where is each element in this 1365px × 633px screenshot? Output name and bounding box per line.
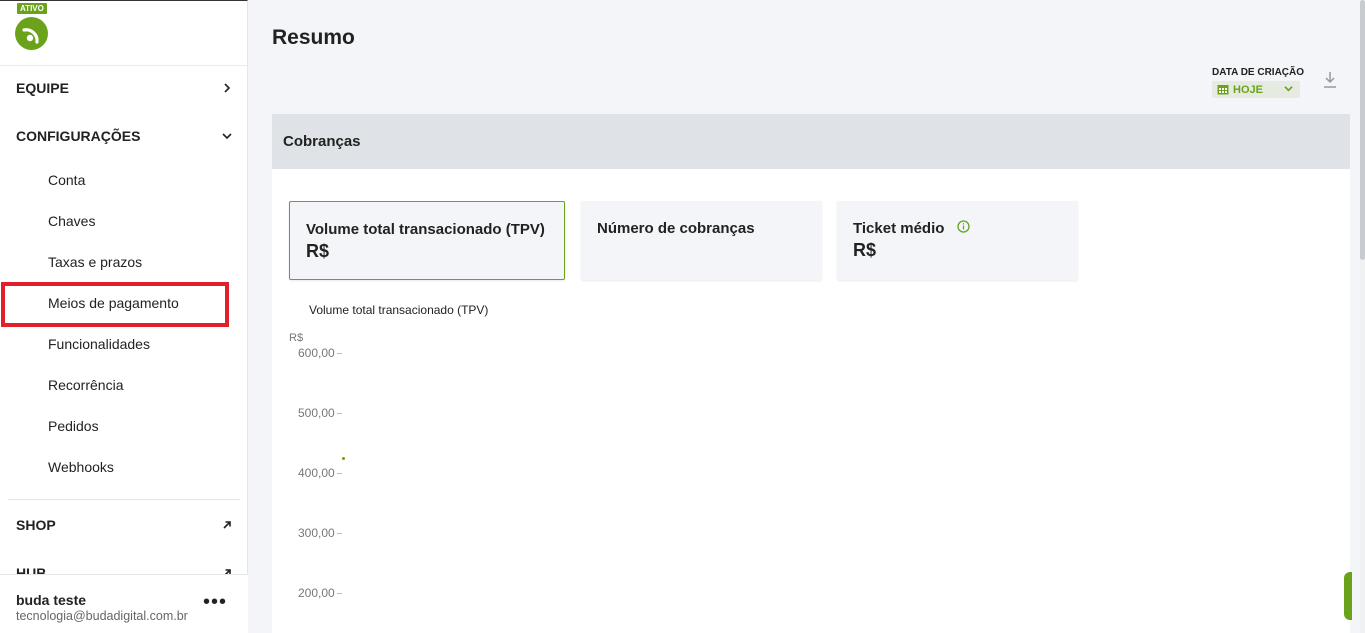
y-tick-label: 600,00 [298, 346, 335, 360]
card-title: Número de cobranças [597, 220, 755, 237]
scrollbar-thumb[interactable] [1360, 0, 1365, 260]
nav-configuracoes[interactable]: CONFIGURAÇÕES [16, 126, 232, 146]
panel-header: Cobranças [272, 114, 1350, 169]
nav-configuracoes-label: CONFIGURAÇÕES [16, 128, 141, 144]
sidebar-item-conta[interactable]: Conta [48, 171, 85, 189]
y-tick [337, 533, 342, 534]
sidebar: ATIVO EQUIPE CONFIGURAÇÕES Conta Chaves … [0, 0, 248, 633]
y-tick-label: 500,00 [298, 406, 335, 420]
sidebar-item-funcionalidades[interactable]: Funcionalidades [48, 335, 150, 353]
page-title: Resumo [272, 26, 355, 49]
status-badge: ATIVO [17, 3, 47, 14]
calendar-icon [1217, 85, 1229, 95]
chevron-right-icon [224, 83, 231, 93]
user-email: tecnologia@budadigital.com.br [16, 609, 188, 623]
sidebar-item-taxas-e-prazos[interactable]: Taxas e prazos [48, 253, 142, 271]
sidebar-item-pedidos[interactable]: Pedidos [48, 417, 99, 435]
y-tick [337, 353, 342, 354]
more-options-icon[interactable]: ••• [203, 592, 227, 612]
divider [8, 499, 240, 500]
nav-shop-label: SHOP [16, 517, 56, 533]
highlight-box [1, 282, 229, 327]
card-value: R$ [853, 240, 877, 260]
date-filter-select[interactable]: HOJE [1212, 81, 1300, 98]
filter-label: DATA DE CRIAÇÃO [1212, 67, 1305, 78]
divider [0, 65, 248, 66]
card-tpv[interactable]: Volume total transacionado (TPV) R$ [289, 201, 565, 280]
y-tick [337, 413, 342, 414]
scrollbar[interactable] [1360, 0, 1365, 633]
user-name: buda teste [16, 592, 87, 608]
chevron-down-icon [1284, 86, 1293, 92]
card-ticket-medio[interactable]: Ticket médio R$ [837, 201, 1078, 280]
y-tick [337, 593, 342, 594]
brand-logo-icon[interactable] [15, 17, 48, 50]
sidebar-item-webhooks[interactable]: Webhooks [48, 458, 114, 476]
card-title: Volume total transacionado (TPV) [306, 221, 545, 238]
chart-title: Volume total transacionado (TPV) [309, 303, 489, 317]
y-tick-label: 300,00 [298, 526, 335, 540]
nav-equipe-label: EQUIPE [16, 80, 69, 96]
download-icon[interactable] [1322, 71, 1338, 89]
sidebar-item-recorrencia[interactable]: Recorrência [48, 376, 123, 394]
nav-shop[interactable]: SHOP [16, 515, 232, 535]
chart-unit: R$ [289, 332, 304, 344]
chart-point [342, 457, 345, 460]
info-icon[interactable] [957, 220, 970, 233]
panel-title: Cobranças [283, 133, 361, 150]
sidebar-item-chaves[interactable]: Chaves [48, 212, 95, 230]
card-numero-cobrancas[interactable]: Número de cobranças [581, 201, 822, 280]
external-link-icon [223, 521, 231, 529]
help-tab[interactable] [1344, 572, 1352, 620]
card-title: Ticket médio [853, 220, 945, 237]
y-tick-label: 200,00 [298, 586, 335, 600]
y-tick-label: 400,00 [298, 466, 335, 480]
y-tick [337, 473, 342, 474]
user-box: buda teste tecnologia@budadigital.com.br… [0, 574, 248, 633]
date-filter-value: HOJE [1233, 83, 1263, 96]
nav-equipe[interactable]: EQUIPE [16, 78, 232, 98]
card-value: R$ [306, 241, 330, 261]
chevron-down-icon [222, 133, 232, 140]
